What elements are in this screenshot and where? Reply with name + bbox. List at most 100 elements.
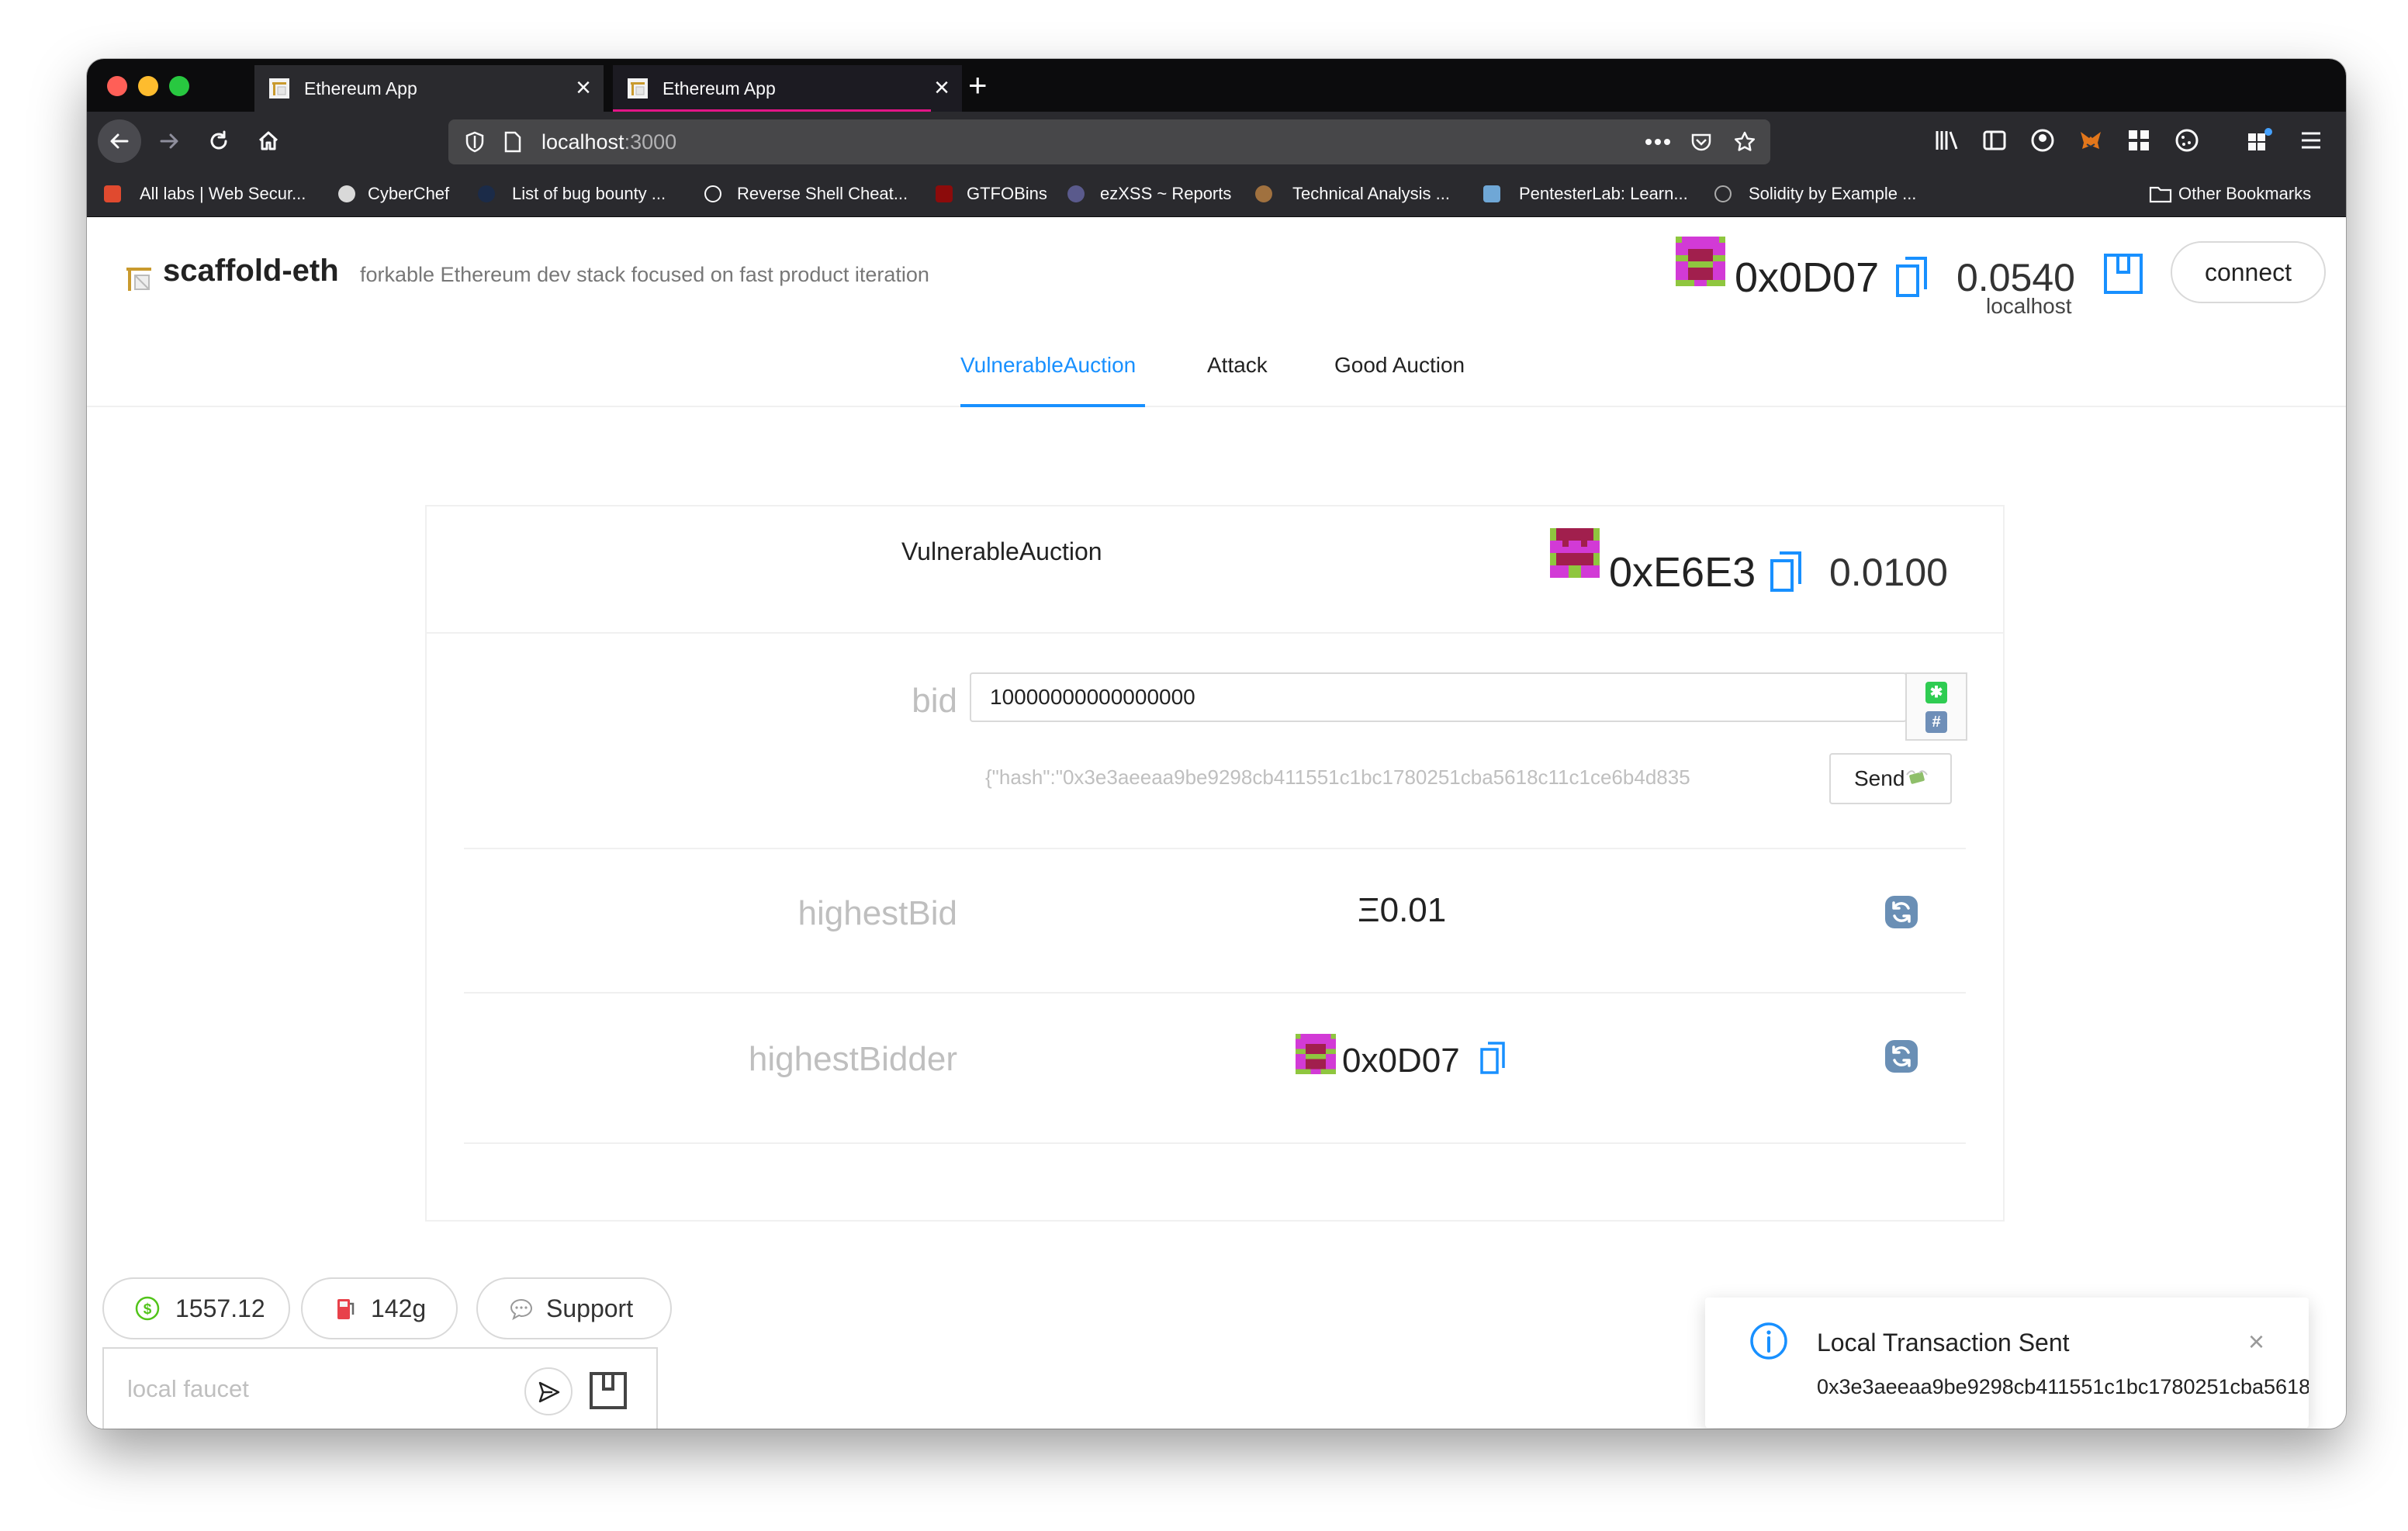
wallet-icon[interactable] bbox=[588, 1370, 628, 1411]
gas-price: 142g bbox=[371, 1294, 427, 1322]
extensions-grid-icon[interactable] bbox=[2126, 127, 2152, 154]
pocket-icon[interactable] bbox=[1690, 130, 1713, 154]
zoom-window-button[interactable] bbox=[169, 76, 189, 96]
browser-tab-1[interactable]: Ethereum App × bbox=[254, 65, 604, 112]
bookmark-item[interactable]: List of bug bounty ... bbox=[512, 171, 666, 217]
contract-address[interactable]: 0xE6E3 bbox=[1609, 551, 1756, 593]
library-icon[interactable] bbox=[1933, 127, 1960, 154]
account-icon[interactable] bbox=[2029, 127, 2056, 154]
scaffold-logo-icon bbox=[126, 268, 151, 291]
highest-bidder-address[interactable]: 0x0D07 bbox=[1342, 1042, 1460, 1080]
page-icon[interactable] bbox=[503, 130, 523, 154]
tab-title: Ethereum App bbox=[663, 78, 776, 98]
close-window-button[interactable] bbox=[107, 76, 127, 96]
forward-button[interactable] bbox=[147, 119, 191, 163]
contract-tabs: VulnerableAuction Attack Good Auction bbox=[87, 322, 2346, 407]
send-bid-button[interactable]: Send bbox=[1829, 753, 1952, 804]
bookmark-star-icon[interactable] bbox=[1733, 130, 1756, 154]
url-text: localhost:3000 bbox=[541, 119, 676, 164]
metamask-fox-icon[interactable] bbox=[2078, 127, 2104, 154]
tab-title: Ethereum App bbox=[304, 78, 417, 98]
support-button[interactable]: Support bbox=[476, 1277, 672, 1339]
bookmark-item[interactable]: Solidity by Example ... bbox=[1749, 171, 1916, 217]
refresh-icon[interactable] bbox=[1884, 894, 1919, 930]
tab-good-auction[interactable]: Good Auction bbox=[1334, 353, 1465, 378]
home-button[interactable] bbox=[247, 119, 290, 163]
bookmark-item[interactable]: Technical Analysis ... bbox=[1292, 171, 1450, 217]
browser-tab-2[interactable]: Ethereum App × bbox=[613, 65, 962, 112]
notification-title: Local Transaction Sent bbox=[1817, 1329, 2070, 1356]
minimize-window-button[interactable] bbox=[138, 76, 158, 96]
contract-blockie-avatar bbox=[1550, 528, 1600, 578]
more-actions-icon[interactable] bbox=[1645, 138, 1671, 146]
tab-attack[interactable]: Attack bbox=[1207, 353, 1268, 378]
gtfobins-icon bbox=[936, 185, 953, 202]
transaction-notification: Local Transaction Sent 0x3e3aeeaa9be9298… bbox=[1705, 1298, 2309, 1428]
other-bookmarks[interactable]: Other Bookmarks bbox=[2178, 171, 2311, 217]
eth-price: 1557.12 bbox=[175, 1294, 265, 1322]
copy-icon[interactable] bbox=[1894, 255, 1929, 299]
new-tab-icon[interactable]: + bbox=[968, 64, 988, 107]
bookmark-item[interactable]: Reverse Shell Cheat... bbox=[737, 171, 908, 217]
speech-bubble-icon bbox=[510, 1298, 533, 1321]
chef-hat-icon bbox=[338, 185, 355, 202]
multiply-ether-icon[interactable]: ✱ bbox=[1925, 682, 1947, 703]
gas-price-button[interactable]: 142g bbox=[301, 1277, 458, 1339]
page-content: scaffold-eth forkable Ethereum dev stack… bbox=[87, 218, 2346, 1429]
refresh-icon[interactable] bbox=[1884, 1039, 1919, 1074]
scaffold-favicon-icon bbox=[269, 78, 289, 98]
solidity-icon bbox=[1714, 185, 1732, 202]
copy-icon[interactable] bbox=[1769, 550, 1803, 593]
reload-button[interactable] bbox=[197, 119, 240, 163]
send-button-label: Send bbox=[1854, 766, 1905, 790]
sidebar-icon[interactable] bbox=[1981, 127, 2008, 154]
app-title[interactable]: scaffold-eth bbox=[163, 254, 339, 289]
bookmark-item[interactable]: ezXSS ~ Reports bbox=[1100, 171, 1231, 217]
hash-convert-icon[interactable]: # bbox=[1925, 711, 1947, 733]
wallet-icon[interactable] bbox=[2102, 252, 2144, 295]
notification-description: 0x3e3aeeaa9be9298cb411551c1bc1780251cba5… bbox=[1817, 1375, 2309, 1398]
bid-transaction-result: {"hash":"0x3e3aeeaa9be9298cb411551c1bc17… bbox=[985, 766, 1690, 789]
money-wings-icon bbox=[1906, 770, 1928, 784]
close-icon[interactable]: × bbox=[2248, 1325, 2264, 1358]
bookmark-item[interactable]: CyberChef bbox=[368, 171, 449, 217]
eth-price-button[interactable]: $ 1557.12 bbox=[102, 1277, 290, 1339]
active-tab-underline bbox=[960, 404, 1145, 407]
back-button[interactable] bbox=[98, 119, 141, 163]
copy-icon[interactable] bbox=[1479, 1040, 1507, 1076]
faucet-address-input[interactable]: local faucet bbox=[127, 1375, 249, 1403]
scaffold-favicon-icon bbox=[628, 78, 648, 98]
extension-puzzle-icon[interactable] bbox=[2245, 127, 2273, 154]
highest-bid-label: highestBid bbox=[797, 894, 957, 932]
account-balance[interactable]: 0.0540 bbox=[1956, 258, 2075, 297]
contract-balance[interactable]: 0.0100 bbox=[1829, 553, 1948, 592]
url-port: :3000 bbox=[624, 130, 677, 154]
globe-icon bbox=[704, 185, 721, 202]
account-address[interactable]: 0x0D07 bbox=[1735, 257, 1879, 299]
support-label: Support bbox=[546, 1294, 634, 1322]
bookmark-item[interactable]: All labs | Web Secur... bbox=[140, 171, 306, 217]
bookmark-item[interactable]: PentesterLab: Learn... bbox=[1519, 171, 1688, 217]
bid-value-input[interactable]: 10000000000000000 bbox=[970, 672, 1907, 722]
send-arrow-icon bbox=[538, 1381, 560, 1403]
address-bar[interactable]: localhost:3000 bbox=[448, 119, 1770, 164]
contract-card-header: VulnerableAuction 0xE6E3 0.0100 bbox=[427, 506, 2003, 634]
bookmark-item[interactable]: GTFOBins bbox=[967, 171, 1047, 217]
fuel-pump-icon bbox=[337, 1299, 355, 1319]
hamburger-menu-icon[interactable] bbox=[2298, 127, 2324, 154]
bid-label: bid bbox=[912, 682, 957, 720]
bug-icon bbox=[478, 185, 495, 202]
arrow-right-icon bbox=[160, 133, 178, 149]
row-divider bbox=[464, 1142, 1966, 1144]
close-tab-icon[interactable]: × bbox=[934, 65, 950, 110]
cookie-icon[interactable] bbox=[2174, 127, 2200, 154]
spider-icon bbox=[1067, 185, 1085, 202]
folder-icon bbox=[2149, 186, 2172, 203]
contract-card: VulnerableAuction 0xE6E3 0.0100 bid 1000… bbox=[425, 505, 2005, 1222]
faucet-send-button[interactable] bbox=[524, 1367, 573, 1415]
shield-icon[interactable] bbox=[464, 130, 486, 154]
account-blockie-avatar bbox=[1676, 237, 1725, 286]
tab-vulnerable-auction[interactable]: VulnerableAuction bbox=[960, 353, 1136, 378]
connect-button[interactable]: connect bbox=[2171, 241, 2326, 303]
close-tab-icon[interactable]: × bbox=[576, 65, 591, 110]
